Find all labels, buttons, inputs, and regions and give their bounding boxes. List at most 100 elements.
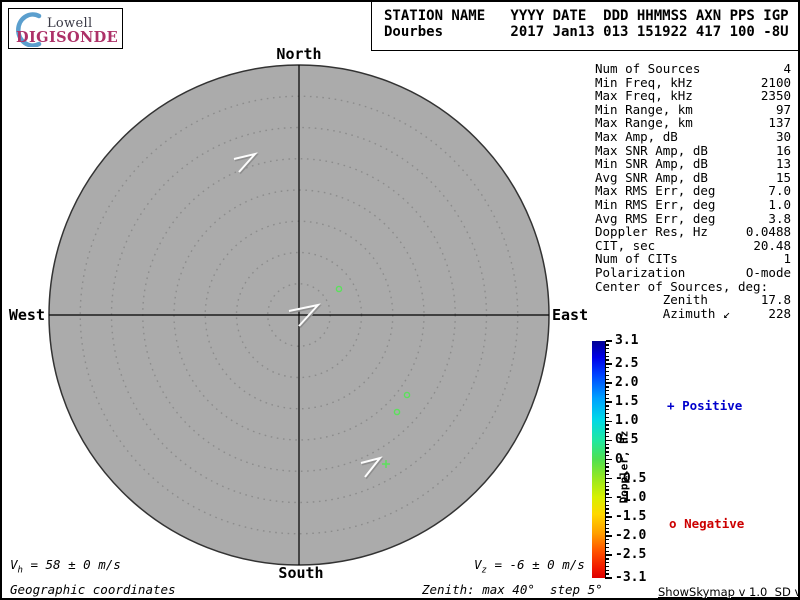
colorbar-minor-tick [606,389,609,392]
info-row: Avg RMS Err, deg 3.8 [595,210,791,226]
info-row-value: 17.8 [760,292,791,308]
colorbar-major-tick [606,577,612,579]
colorbar-major-tick [606,458,612,461]
colorbar-minor-tick [606,562,609,564]
colorbar-minor-tick [606,485,609,487]
showskymap-window: Lowell DIGISONDE STATION NAME YYYY DATE … [0,0,800,600]
colorbar-minor-tick [606,443,609,445]
colorbar-minor-tick [606,432,609,434]
colorbar-minor-tick [606,504,609,507]
info-row-value: 228 [768,305,791,321]
colorbar-minor-tick [606,397,609,400]
colorbar-major-tick [606,477,612,480]
circle-symbol-icon: o [669,516,677,531]
colorbar-tick-label: -2.0 [615,527,647,543]
info-row-value: 2350 [760,88,791,104]
info-row: Avg SNR Amp, dB 15 [595,171,791,185]
colorbar-minor-tick [606,359,609,361]
colorbar-minor-tick [606,474,609,476]
colorbar-minor-tick [606,573,609,575]
info-row-label: Avg SNR Amp, dB [595,169,708,185]
compass-label-west: West [8,306,45,324]
info-row: Num of Sources 4 [595,62,791,76]
colorbar-tick-label: 3.1 [615,333,639,348]
info-row-label: Max Freq, kHz [595,88,693,104]
info-row: Max SNR Amp, dB 16 [595,143,791,158]
info-row: Max Range, km 137 [595,116,791,130]
info-row-value: 15 [775,169,791,185]
info-row-label: Avg RMS Err, deg [595,210,716,226]
colorbar-major-tick [606,439,612,442]
colorbar-major-tick [606,497,612,499]
colorbar-minor-tick [606,531,609,533]
colorbar-major-tick [606,382,612,384]
colorbar-minor-tick [606,435,609,438]
info-row-label: Max RMS Err, deg [595,183,716,199]
info-row-label: Min RMS Err, deg [595,196,716,212]
info-row: Zenith 17.8 [595,293,791,307]
colorbar-minor-tick [606,405,609,407]
colorbar-tick-label: 2.5 [615,355,639,371]
colorbar-axis-title: Doppler, Hz [617,430,631,504]
colorbar-minor-tick [606,542,609,545]
vertical-velocity-readout: Vz = -6 ± 0 m/s [474,557,585,576]
colorbar-minor-tick [606,470,609,472]
colorbar-tick-label: -1.5 [615,508,647,524]
colorbar-tick-label: -3.1 [615,570,647,585]
colorbar-gradient [592,341,605,578]
colorbar-tick-label: 2.0 [615,375,639,391]
colorbar-minor-tick [606,466,609,468]
colorbar-minor-tick [606,550,609,552]
station-header-labels: STATION NAME YYYY DATE DDD HHMMSS AXN PP… [384,8,789,24]
info-row-value: 3.8 [768,210,791,226]
colorbar-minor-tick [606,393,609,396]
colorbar-minor-tick [606,558,609,560]
colorbar-minor-tick [606,447,609,449]
colorbar-minor-tick [606,367,609,369]
colorbar-tick-label: -2.5 [615,547,647,563]
compass-label-north: North [276,45,322,63]
info-row-label: Center of Sources, deg: [595,278,769,294]
compass-label-south: South [278,564,324,582]
colorbar-minor-tick [606,409,609,411]
info-row-value: 20.48 [753,237,791,253]
colorbar-minor-tick [606,500,609,503]
info-row-value: 0.0488 [745,224,791,240]
info-row-label: Min SNR Amp, dB [595,156,708,172]
legend-positive-label: Positive [682,398,743,413]
lowell-digisonde-logo: Lowell DIGISONDE [8,8,123,49]
info-row: Min SNR Amp, dB 13 [595,157,791,171]
colorbar-minor-tick [606,412,609,415]
colorbar-minor-tick [606,527,609,529]
info-row-label: Polarization [595,264,686,280]
legend-positive: + Positive [667,398,742,413]
info-panel: Num of Sources 4 Min Freq, kHz 2100 Max Freq… [595,62,791,320]
info-row: Center of Sources, deg: [595,278,791,294]
info-row: Azimuth ↙ 228 [595,307,791,321]
colorbar-minor-tick [606,378,609,380]
colorbar-minor-tick [606,512,609,514]
info-row-label: Zenith [595,292,708,308]
colorbar-minor-tick [606,462,609,464]
software-version-label: ShowSkymap v 1.0 SD v 5.1 [658,585,798,599]
info-row: Min RMS Err, deg 1.0 [595,198,791,212]
info-row: Max RMS Err, deg 7.0 [595,184,791,198]
skymap-svg [48,64,550,566]
info-row-label: Num of CITs [595,251,678,267]
colorbar-minor-tick [606,351,609,354]
colorbar-minor-tick [606,508,609,510]
info-row-label: Max Amp, dB [595,128,678,144]
colorbar-tick-label: 1.5 [615,394,639,410]
info-row-value: 7.0 [768,183,791,199]
colorbar-minor-tick [606,355,609,357]
colorbar-ticks: 3.1 2.5 2.0 1.5 1.0 0.5 0 -0.5 -1.0 -1.5 -2.0 -2.5-… [606,334,666,585]
colorbar-minor-tick [606,519,609,522]
colorbar-tick-label: 1.0 [615,413,639,429]
info-row-label: Azimuth ↙ [595,305,731,321]
colorbar-minor-tick [606,416,609,419]
info-row-label: Min Range, km [595,101,693,117]
colorbar-major-tick [606,516,612,518]
info-row-label: Doppler Res, Hz [595,224,708,240]
info-row-value: 137 [768,115,791,131]
horizontal-velocity-readout: Vh = 58 ± 0 m/s [10,557,121,576]
